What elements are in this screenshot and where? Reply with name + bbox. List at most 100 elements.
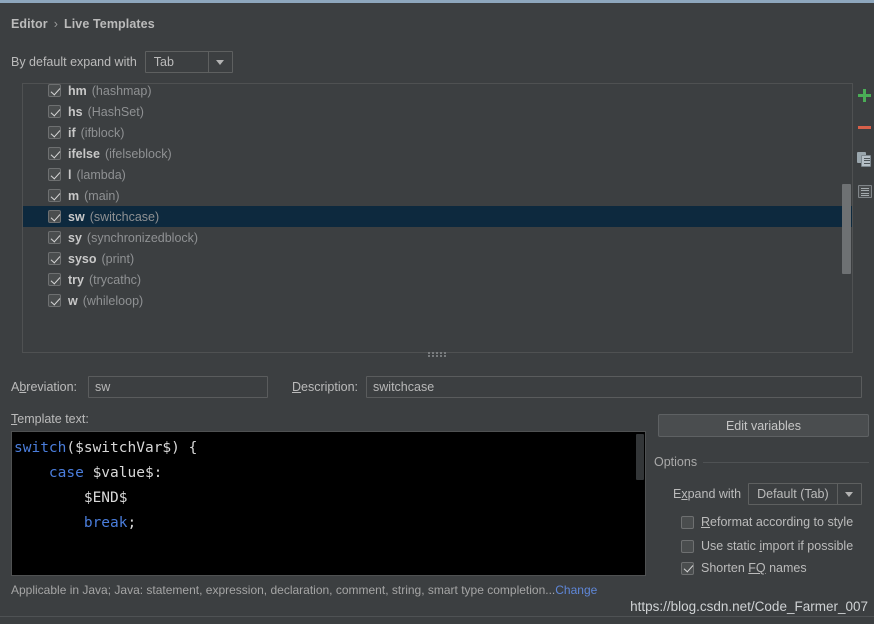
breadcrumb: Editor › Live Templates xyxy=(11,17,155,31)
change-context-link[interactable]: Change xyxy=(555,583,597,597)
description-row: Description: switchcase xyxy=(292,376,863,398)
template-enabled-checkbox[interactable] xyxy=(48,84,61,97)
template-description: (lambda) xyxy=(76,167,126,182)
template-enabled-checkbox[interactable] xyxy=(48,189,61,202)
template-row[interactable]: hm (hashmap) xyxy=(23,83,852,101)
abbreviation-value: sw xyxy=(95,380,111,394)
add-template-button[interactable] xyxy=(855,83,874,107)
template-list-scrollbar[interactable] xyxy=(842,85,851,351)
template-enabled-checkbox[interactable] xyxy=(48,147,61,160)
breadcrumb-parent[interactable]: Editor xyxy=(11,17,48,31)
template-description: (print) xyxy=(101,251,135,266)
template-enabled-checkbox[interactable] xyxy=(48,210,61,223)
template-abbreviation: w xyxy=(68,293,78,308)
template-row[interactable]: ifelse (ifelseblock) xyxy=(23,143,852,164)
checkbox-box xyxy=(681,561,694,575)
code-keyword: break xyxy=(83,515,128,531)
change-template-group-button[interactable] xyxy=(855,179,874,203)
template-description: (trycathc) xyxy=(88,272,142,287)
panel-splitter[interactable] xyxy=(0,348,874,357)
template-text-label: Template text: xyxy=(11,412,89,426)
applicable-context-text: Applicable in Java; Java: statement, exp… xyxy=(11,583,556,597)
template-description: (HashSet) xyxy=(87,104,144,119)
breadcrumb-separator-icon: › xyxy=(53,17,58,31)
template-abbreviation: try xyxy=(68,272,84,287)
scrollbar-thumb[interactable] xyxy=(842,184,851,274)
template-enabled-checkbox[interactable] xyxy=(48,231,61,244)
template-row[interactable]: try (trycathc) xyxy=(23,269,852,290)
code-text: $value$: xyxy=(83,465,163,481)
watermark: https://blog.csdn.net/Code_Farmer_007 xyxy=(630,599,868,614)
template-enabled-checkbox[interactable] xyxy=(48,252,61,265)
abbreviation-row: Abreviation: sw xyxy=(11,376,269,398)
default-expand-with-value: Tab xyxy=(153,55,174,69)
editor-scrollbar-thumb[interactable] xyxy=(636,434,644,480)
template-enabled-checkbox[interactable] xyxy=(48,294,61,307)
shorten-fq-names-checkbox[interactable]: Shorten FQ names xyxy=(681,561,807,575)
code-line: break; xyxy=(14,511,645,536)
breadcrumb-current: Live Templates xyxy=(63,17,155,31)
template-row[interactable]: if (ifblock) xyxy=(23,122,852,143)
chevron-down-icon-2[interactable] xyxy=(836,484,861,504)
chevron-down-icon[interactable] xyxy=(207,52,232,72)
editor-scrollbar[interactable] xyxy=(635,432,645,575)
minus-icon xyxy=(858,125,871,129)
checkbox-box xyxy=(681,515,694,529)
abbreviation-input[interactable]: sw xyxy=(88,376,269,398)
copy-icon xyxy=(857,151,872,167)
template-abbreviation: ifelse xyxy=(68,146,100,161)
template-row[interactable]: sw (switchcase) xyxy=(23,206,852,227)
template-description: (whileloop) xyxy=(82,293,144,308)
duplicate-template-button[interactable] xyxy=(855,147,874,171)
expand-with-row: Expand with Default (Tab) xyxy=(673,483,862,505)
template-enabled-checkbox[interactable] xyxy=(48,273,61,286)
template-row[interactable]: m (main) xyxy=(23,185,852,206)
template-list-panel[interactable]: else(elseblock)elseif(elseifblock)hm(has… xyxy=(22,83,853,353)
template-list-toolbar xyxy=(855,83,874,353)
template-description: (hashmap) xyxy=(91,83,152,98)
plus-icon xyxy=(858,88,871,102)
description-input[interactable]: switchcase xyxy=(366,376,863,398)
default-expand-with-row: By default expand with Tab xyxy=(11,51,233,73)
template-abbreviation: l xyxy=(68,167,72,182)
template-code: switch($switchVar$) { case $value$: $END… xyxy=(12,432,645,536)
options-group-title: Options xyxy=(654,455,704,469)
template-enabled-checkbox[interactable] xyxy=(48,105,61,118)
remove-template-button[interactable] xyxy=(855,115,874,139)
description-label: Description: xyxy=(292,380,359,394)
template-row[interactable]: sy (synchronizedblock) xyxy=(23,227,852,248)
template-description: (switchcase) xyxy=(89,209,160,224)
default-expand-with-select[interactable]: Tab xyxy=(144,51,233,73)
template-row[interactable]: l (lambda) xyxy=(23,164,852,185)
reformat-according-to-style-label: Reformat according to style xyxy=(701,515,854,529)
live-templates-settings-page: Editor › Live Templates By default expand … xyxy=(0,0,874,624)
template-enabled-checkbox[interactable] xyxy=(48,126,61,139)
template-text-editor[interactable]: switch($switchVar$) { case $value$: $END… xyxy=(11,431,646,576)
edit-variables-button[interactable]: Edit variables xyxy=(658,414,869,437)
template-abbreviation: hs xyxy=(68,104,83,119)
code-keyword: case xyxy=(48,465,84,481)
reformat-according-to-style-checkbox[interactable]: Reformat according to style xyxy=(681,515,853,529)
template-abbreviation: sw xyxy=(68,209,85,224)
template-enabled-checkbox[interactable] xyxy=(48,168,61,181)
template-abbreviation: hm xyxy=(68,83,87,98)
code-text: ($switchVar$) { xyxy=(66,440,198,456)
code-text: ; xyxy=(127,515,137,531)
template-list: else(elseblock)elseif(elseifblock)hm(has… xyxy=(23,83,852,311)
template-description: (ifblock) xyxy=(80,125,125,140)
code-line: switch($switchVar$) { xyxy=(14,436,645,461)
template-row[interactable]: syso (print) xyxy=(23,248,852,269)
expand-with-select[interactable]: Default (Tab) xyxy=(748,483,862,505)
template-abbreviation: sy xyxy=(68,230,82,245)
use-static-import-checkbox[interactable]: Use static import if possible xyxy=(681,539,853,553)
bottom-divider xyxy=(0,616,874,617)
template-row[interactable]: hs (HashSet) xyxy=(23,101,852,122)
edit-variables-label: Edit variables xyxy=(725,418,802,433)
template-abbreviation: m xyxy=(68,188,80,203)
template-row[interactable]: w (whileloop) xyxy=(23,290,852,311)
expand-with-label: Expand with xyxy=(673,487,742,501)
use-static-import-label: Use static import if possible xyxy=(701,539,854,553)
list-icon xyxy=(857,184,872,198)
